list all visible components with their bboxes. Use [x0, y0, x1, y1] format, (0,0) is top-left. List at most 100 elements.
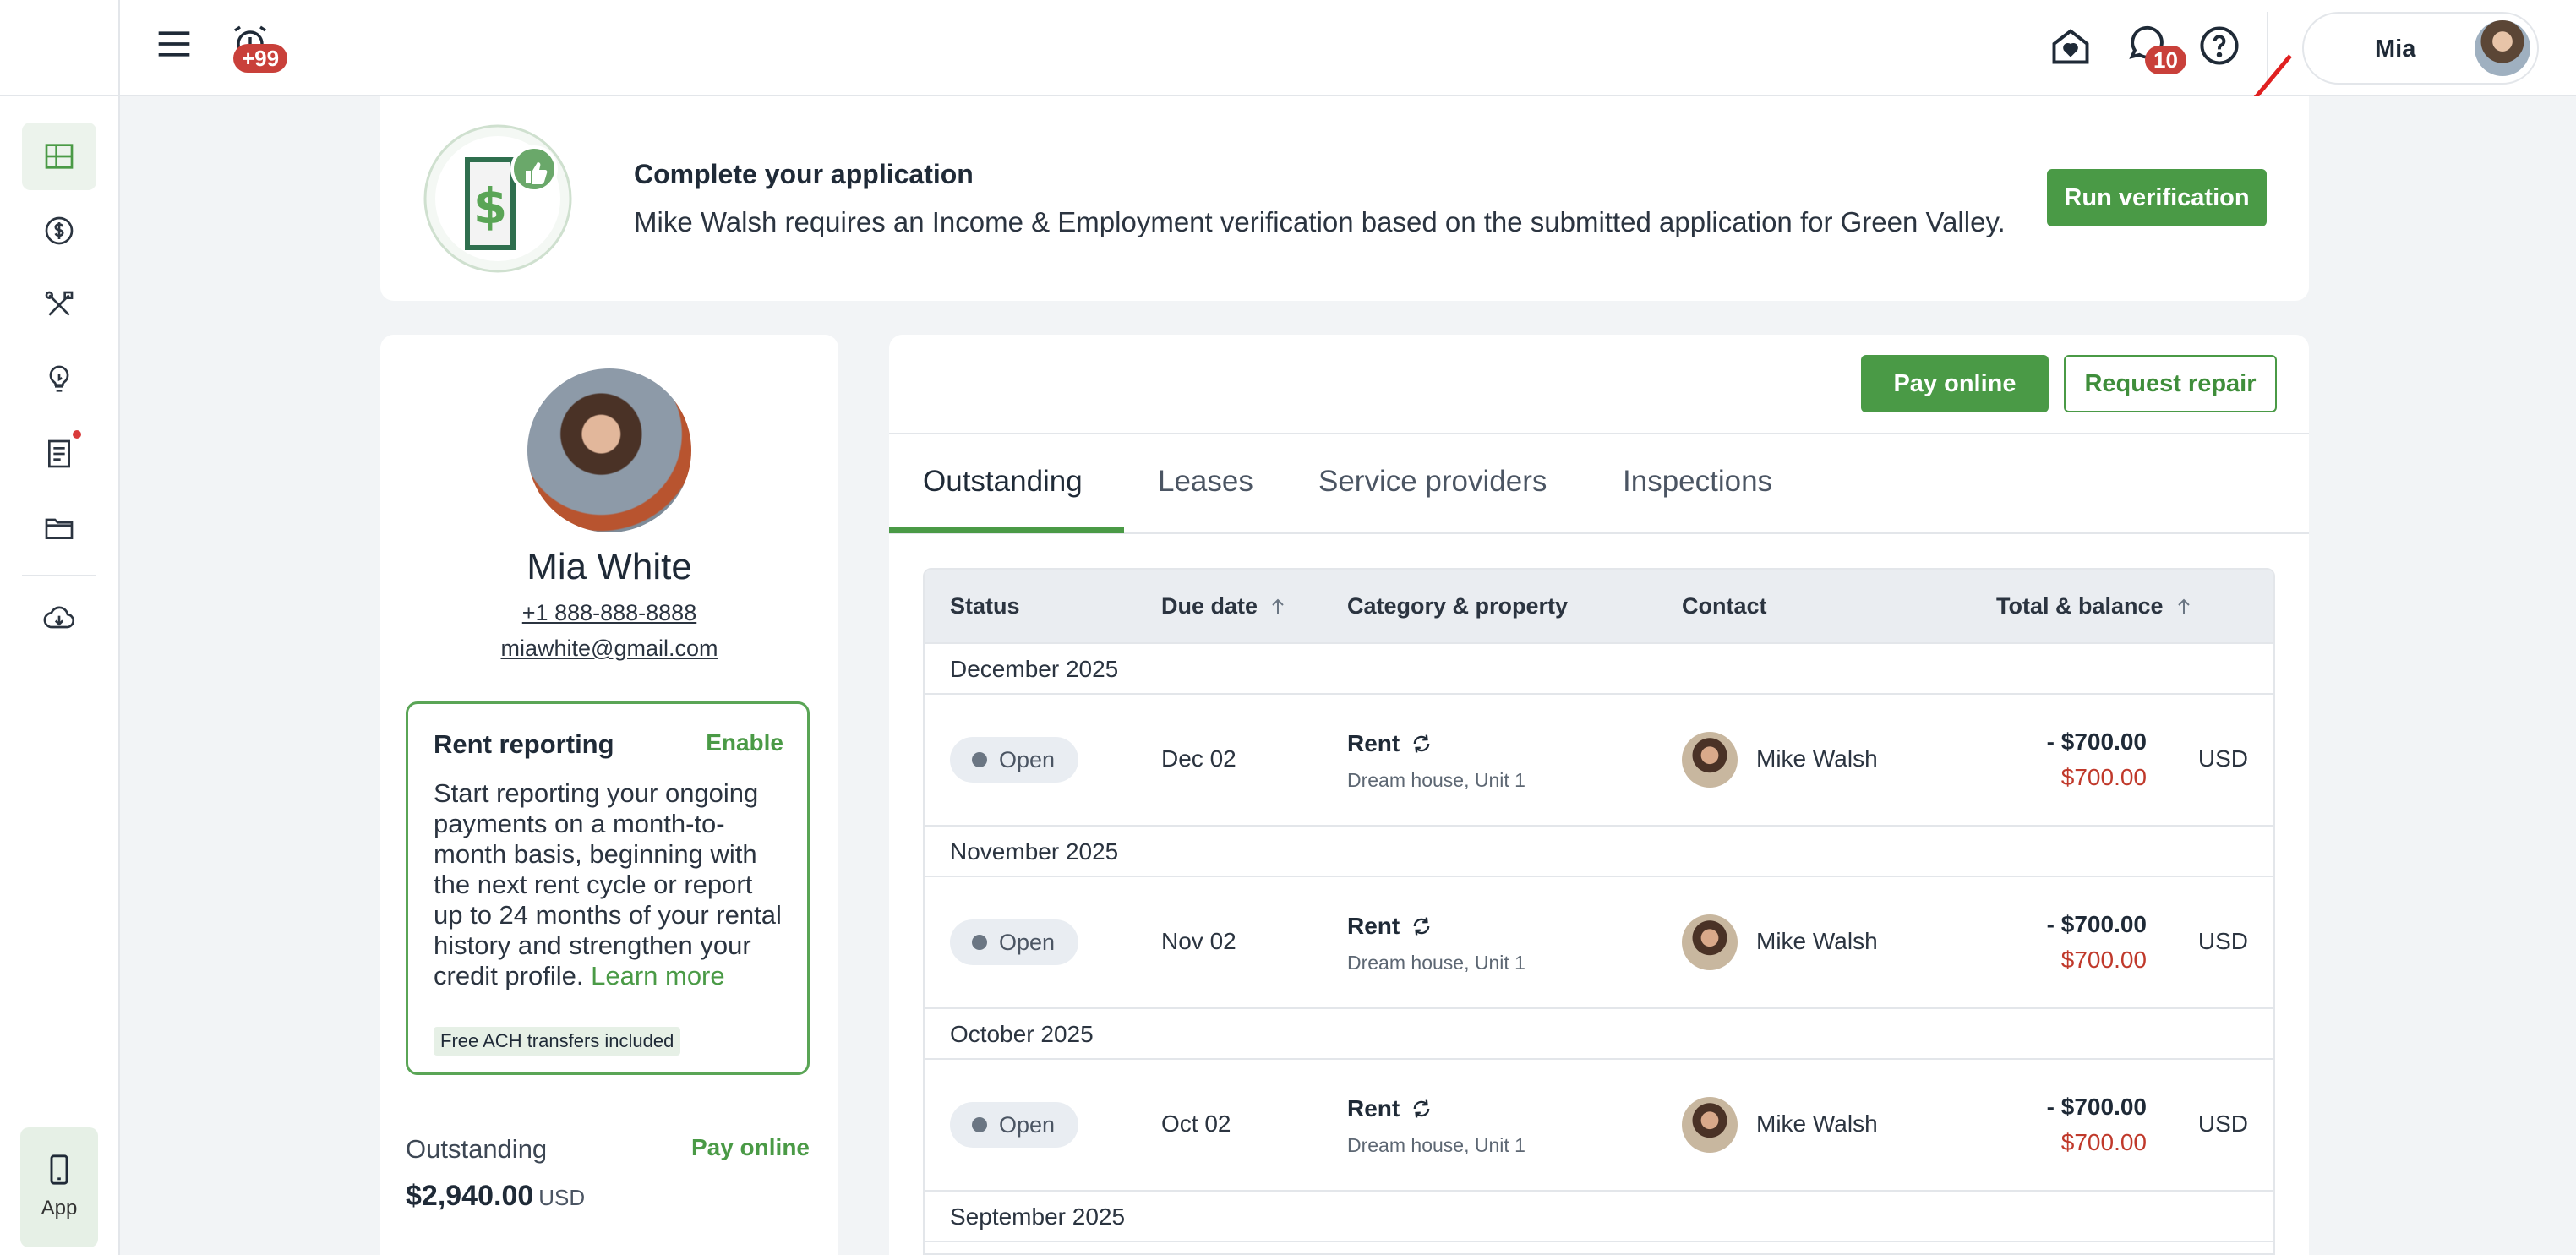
user-name: Mia [2375, 35, 2416, 63]
header-contact-label: Contact [1682, 593, 1767, 619]
run-verification-button[interactable]: Run verification [2047, 169, 2267, 226]
dashboard-icon [45, 144, 74, 169]
month-label: October 2025 [950, 1021, 1094, 1047]
tab-inspections[interactable]: Inspections [1623, 465, 1772, 499]
avatar [1682, 1097, 1738, 1153]
total-amount: - $700.00 [2046, 1094, 2147, 1120]
status-dot [972, 935, 987, 950]
sidebar-logo-area [0, 0, 118, 96]
sidebar-item-ideas[interactable] [22, 346, 96, 413]
contact-name: Mike Walsh [1756, 1110, 1878, 1137]
status-text: Open [999, 929, 1056, 955]
cloud-download-icon [43, 606, 75, 629]
app-download-button[interactable]: App [20, 1127, 98, 1247]
sidebar: App [0, 0, 120, 1255]
contact-name: Mike Walsh [1756, 928, 1878, 954]
header-total-balance-label: Total & balance [1996, 593, 2164, 619]
table-row[interactable]: Open Dec 02 Rent Dream house, Unit 1 Mik… [925, 695, 2273, 827]
verification-banner: $ Complete your application Mike Walsh r… [380, 96, 2309, 301]
rent-reporting-text: Start reporting your ongoing payments on… [434, 778, 782, 990]
sort-up-icon [1272, 598, 1284, 614]
phone-icon [50, 1154, 68, 1185]
tab-outstanding[interactable]: Outstanding [923, 465, 1083, 499]
profile-email-link[interactable]: miawhite@gmail.com [380, 636, 838, 662]
status-dot [972, 1117, 987, 1132]
hamburger-icon[interactable] [156, 25, 193, 63]
table-header: Status Due date Category & property Cont… [925, 570, 2273, 644]
request-repair-button[interactable]: Request repair [2064, 355, 2277, 412]
dollar-icon [45, 216, 74, 245]
month-group-header: December 2025 [925, 644, 2273, 695]
main-panel: Pay online Request repair Outstanding Le… [889, 335, 2309, 1255]
property: Dream house, Unit 1 [1347, 1134, 1525, 1156]
tab-leases[interactable]: Leases [1158, 465, 1253, 499]
month-label: November 2025 [950, 838, 1119, 865]
header-category[interactable]: Category & property [1347, 593, 1568, 619]
category: Rent [1347, 730, 1433, 757]
profile-avatar [527, 368, 691, 532]
currency: USD [2197, 1110, 2248, 1137]
header-total-balance[interactable]: Total & balance [1996, 593, 2194, 619]
pay-online-button[interactable]: Pay online [1861, 355, 2049, 412]
sidebar-item-download[interactable] [22, 585, 96, 652]
sidebar-item-documents[interactable] [22, 420, 96, 488]
outstanding-table: Status Due date Category & property Cont… [923, 568, 2275, 1255]
learn-more-link[interactable]: Learn more [591, 961, 725, 990]
ach-tag: Free ACH transfers included [434, 1027, 681, 1056]
banner-text: Mike Walsh requires an Income & Employme… [634, 206, 2006, 237]
home-heart-icon[interactable] [2049, 24, 2093, 68]
due-date: Oct 02 [1161, 1110, 1231, 1137]
contact-name: Mike Walsh [1756, 745, 1878, 772]
status-badge: Open [950, 919, 1078, 965]
header-category-label: Category & property [1347, 593, 1569, 619]
outstanding-pay-online-link[interactable]: Pay online [691, 1134, 810, 1161]
outstanding-summary: Outstanding Pay online $2,940.00 USD [406, 1109, 810, 1241]
tools-icon [45, 291, 74, 316]
header-due-date[interactable]: Due date [1161, 593, 1288, 619]
currency: USD [2197, 745, 2248, 772]
tab-bar: Outstanding Leases Service providers Ins… [889, 434, 2309, 534]
balance-amount: $700.00 [2060, 1129, 2147, 1155]
header-status-label: Status [950, 593, 1020, 619]
svg-text:$: $ [473, 177, 507, 235]
balance-amount: $700.00 [2060, 764, 2147, 790]
profile-phone-link[interactable]: +1 888-888-8888 [380, 600, 838, 626]
outstanding-amount-value: $2,940.00 [406, 1180, 534, 1212]
sidebar-item-files[interactable] [22, 494, 96, 562]
table-row[interactable]: Open Nov 02 Rent Dream house, Unit 1 Mik… [925, 877, 2273, 1009]
sidebar-item-maintenance[interactable] [22, 271, 96, 339]
user-menu[interactable]: Mia [2302, 12, 2539, 85]
category-label: Rent [1347, 1095, 1400, 1121]
outstanding-amount: $2,940.00 USD [406, 1180, 585, 1213]
month-group-header: October 2025 [925, 1009, 2273, 1060]
balance-amount: $700.00 [2060, 947, 2147, 973]
avatar [2475, 20, 2530, 76]
total-amount: - $700.00 [2046, 728, 2147, 755]
alarm-badge: +99 [233, 44, 288, 73]
active-tab-indicator [889, 527, 1124, 533]
messages-badge: 10 [2145, 46, 2186, 74]
action-bar: Pay online Request repair [889, 335, 2309, 434]
rent-reporting-enable-link[interactable]: Enable [706, 729, 783, 756]
status-text: Open [999, 1111, 1056, 1138]
property: Dream house, Unit 1 [1347, 952, 1525, 974]
tab-service-providers[interactable]: Service providers [1318, 465, 1547, 499]
due-date: Nov 02 [1161, 928, 1236, 954]
table-row[interactable]: Open Oct 02 Rent Dream house, Unit 1 Mik… [925, 1060, 2273, 1192]
lightbulb-icon [49, 365, 69, 392]
sidebar-item-payments[interactable] [22, 197, 96, 265]
rent-reporting-card: Rent reporting Enable Start reporting yo… [406, 701, 810, 1075]
sidebar-divider [22, 575, 96, 576]
sort-up-icon [2177, 598, 2190, 614]
profile-name: Mia White [527, 546, 692, 587]
sidebar-item-dashboard[interactable] [22, 123, 96, 190]
outstanding-label: Outstanding [406, 1134, 548, 1164]
status-badge: Open [950, 737, 1078, 783]
month-label: December 2025 [950, 656, 1119, 682]
header-status[interactable]: Status [950, 593, 1020, 619]
header-contact[interactable]: Contact [1682, 593, 1767, 619]
category: Rent [1347, 913, 1433, 940]
currency: USD [2197, 928, 2248, 954]
category: Rent [1347, 1095, 1433, 1122]
profile-card: Mia White +1 888-888-8888 miawhite@gmail… [380, 335, 838, 1255]
